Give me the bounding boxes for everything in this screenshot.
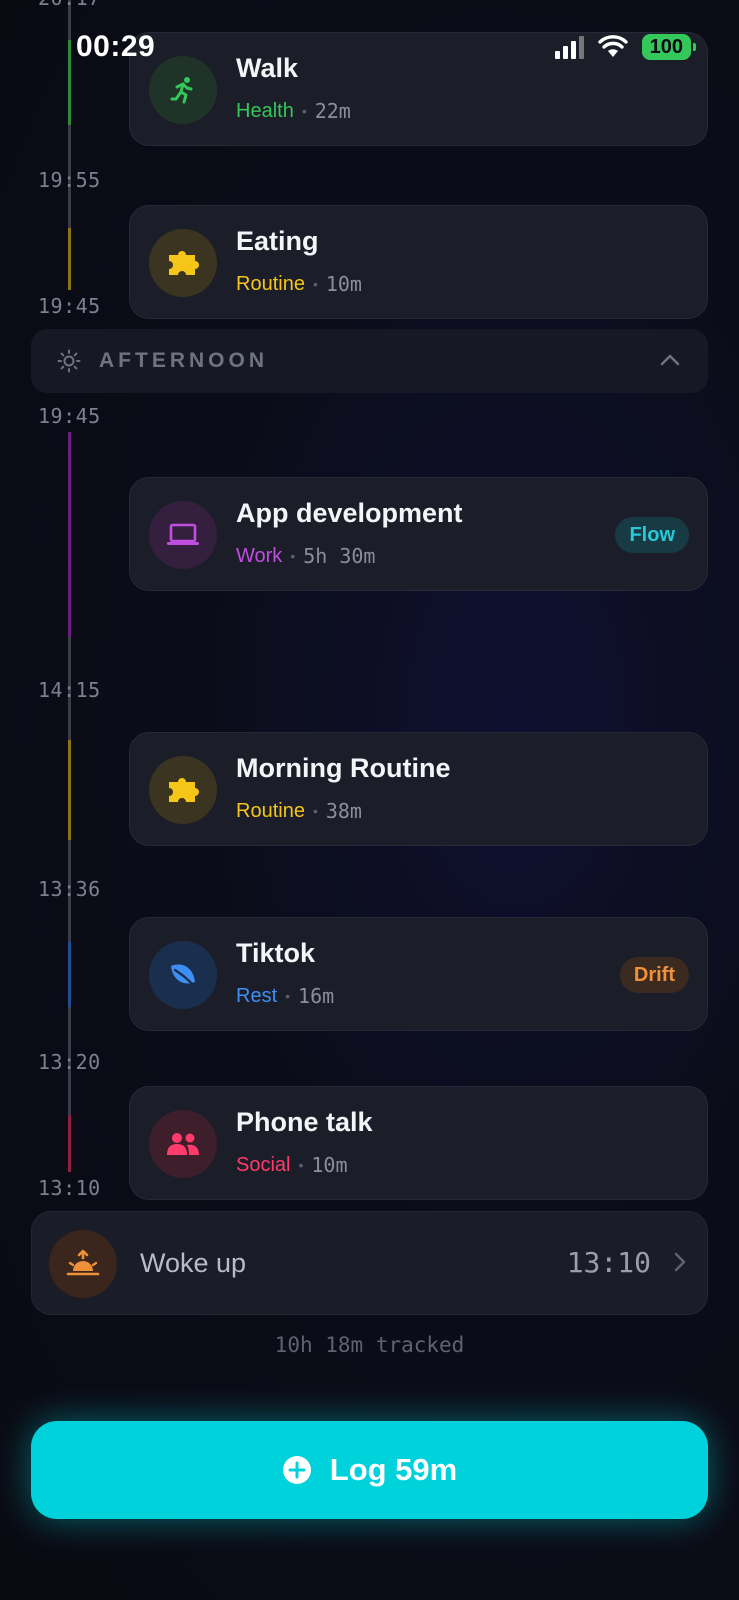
time-label: 20:17 — [38, 0, 101, 10]
wifi-icon — [597, 35, 628, 57]
timeline-segment-health — [68, 40, 71, 125]
separator-dot: • — [312, 803, 318, 819]
entry-card-app-development[interactable]: App development Work • 5h 30m Flow — [129, 477, 708, 591]
entry-duration: 5h 30m — [303, 544, 376, 568]
puzzle-icon — [149, 229, 217, 297]
timeline-segment-rest — [68, 942, 71, 1007]
entry-title: Morning Routine — [236, 753, 451, 783]
log-button-label: Log 59m — [329, 1452, 458, 1487]
entry-duration: 16m — [298, 984, 335, 1008]
entry-duration: 22m — [314, 99, 351, 123]
time-label: 13:36 — [38, 877, 101, 901]
battery-indicator: 100 — [641, 34, 697, 60]
entry-duration: 10m — [325, 272, 362, 296]
timeline-segment-routine — [68, 228, 71, 290]
log-button[interactable]: Log 59m — [31, 1421, 708, 1519]
woke-up-time: 13:10 — [566, 1246, 651, 1279]
entry-meta: Work • 5h 30m — [236, 544, 375, 568]
time-label: 13:20 — [38, 1050, 101, 1074]
entry-meta: Routine • 10m — [236, 272, 362, 296]
sun-icon — [57, 349, 81, 373]
woke-up-row[interactable]: Woke up 13:10 — [31, 1211, 708, 1315]
entry-category: Routine — [236, 272, 305, 295]
drift-badge: Drift — [619, 957, 689, 993]
entry-category: Work — [236, 544, 283, 567]
entry-title: App development — [236, 498, 463, 528]
running-icon — [149, 56, 217, 124]
leaf-icon — [149, 941, 217, 1009]
section-label: AFTERNOON — [99, 349, 268, 372]
cellular-signal-icon — [554, 35, 584, 59]
puzzle-icon — [149, 756, 217, 824]
entry-title: Phone talk — [236, 1107, 373, 1137]
entry-title: Eating — [236, 226, 319, 256]
timeline-segment-social — [68, 1115, 71, 1172]
plus-circle-icon — [282, 1456, 311, 1484]
separator-dot: • — [298, 1157, 304, 1173]
separator-dot: • — [312, 276, 318, 292]
woke-up-label: Woke up — [140, 1248, 247, 1278]
flow-badge: Flow — [615, 517, 689, 553]
entry-card-tiktok[interactable]: Tiktok Rest • 16m Drift — [129, 917, 708, 1031]
time-label: 19:55 — [38, 168, 101, 192]
tracked-summary: 10h 18m tracked — [274, 1333, 465, 1357]
status-icons: 100 — [554, 34, 697, 60]
separator-dot: • — [290, 548, 296, 564]
section-header-afternoon[interactable]: AFTERNOON — [31, 329, 708, 393]
timeline-segment-routine — [68, 740, 71, 840]
entry-duration: 10m — [311, 1153, 348, 1177]
sunrise-icon — [49, 1230, 117, 1298]
entry-category: Social — [236, 1153, 291, 1176]
screen: 00:29 100 20:17 19:55 19:45 Walk Health … — [0, 0, 739, 1600]
time-label: 13:10 — [38, 1176, 101, 1200]
status-time: 00:29 — [76, 30, 156, 63]
laptop-icon — [149, 501, 217, 569]
chevron-right-icon — [674, 1252, 686, 1272]
entry-category: Rest — [236, 984, 278, 1007]
entry-category: Routine — [236, 799, 305, 822]
entry-title: Walk — [236, 53, 299, 83]
time-label: 19:45 — [38, 404, 101, 428]
time-label: 14:15 — [38, 678, 101, 702]
entry-category: Health — [236, 99, 294, 122]
entry-meta: Social • 10m — [236, 1153, 348, 1177]
entry-card-eating[interactable]: Eating Routine • 10m — [129, 205, 708, 319]
entry-duration: 38m — [325, 799, 362, 823]
entry-card-phone-talk[interactable]: Phone talk Social • 10m — [129, 1086, 708, 1200]
entry-meta: Rest • 16m — [236, 984, 334, 1008]
entry-card-morning-routine[interactable]: Morning Routine Routine • 38m — [129, 732, 708, 846]
people-icon — [149, 1110, 217, 1178]
entry-meta: Routine • 38m — [236, 799, 362, 823]
entry-meta: Health • 22m — [236, 99, 351, 123]
timeline-segment-work — [68, 432, 71, 637]
time-label: 19:45 — [38, 294, 101, 318]
chevron-up-icon[interactable] — [660, 353, 680, 367]
separator-dot: • — [285, 988, 291, 1004]
entry-title: Tiktok — [236, 938, 316, 968]
separator-dot: • — [301, 103, 307, 119]
